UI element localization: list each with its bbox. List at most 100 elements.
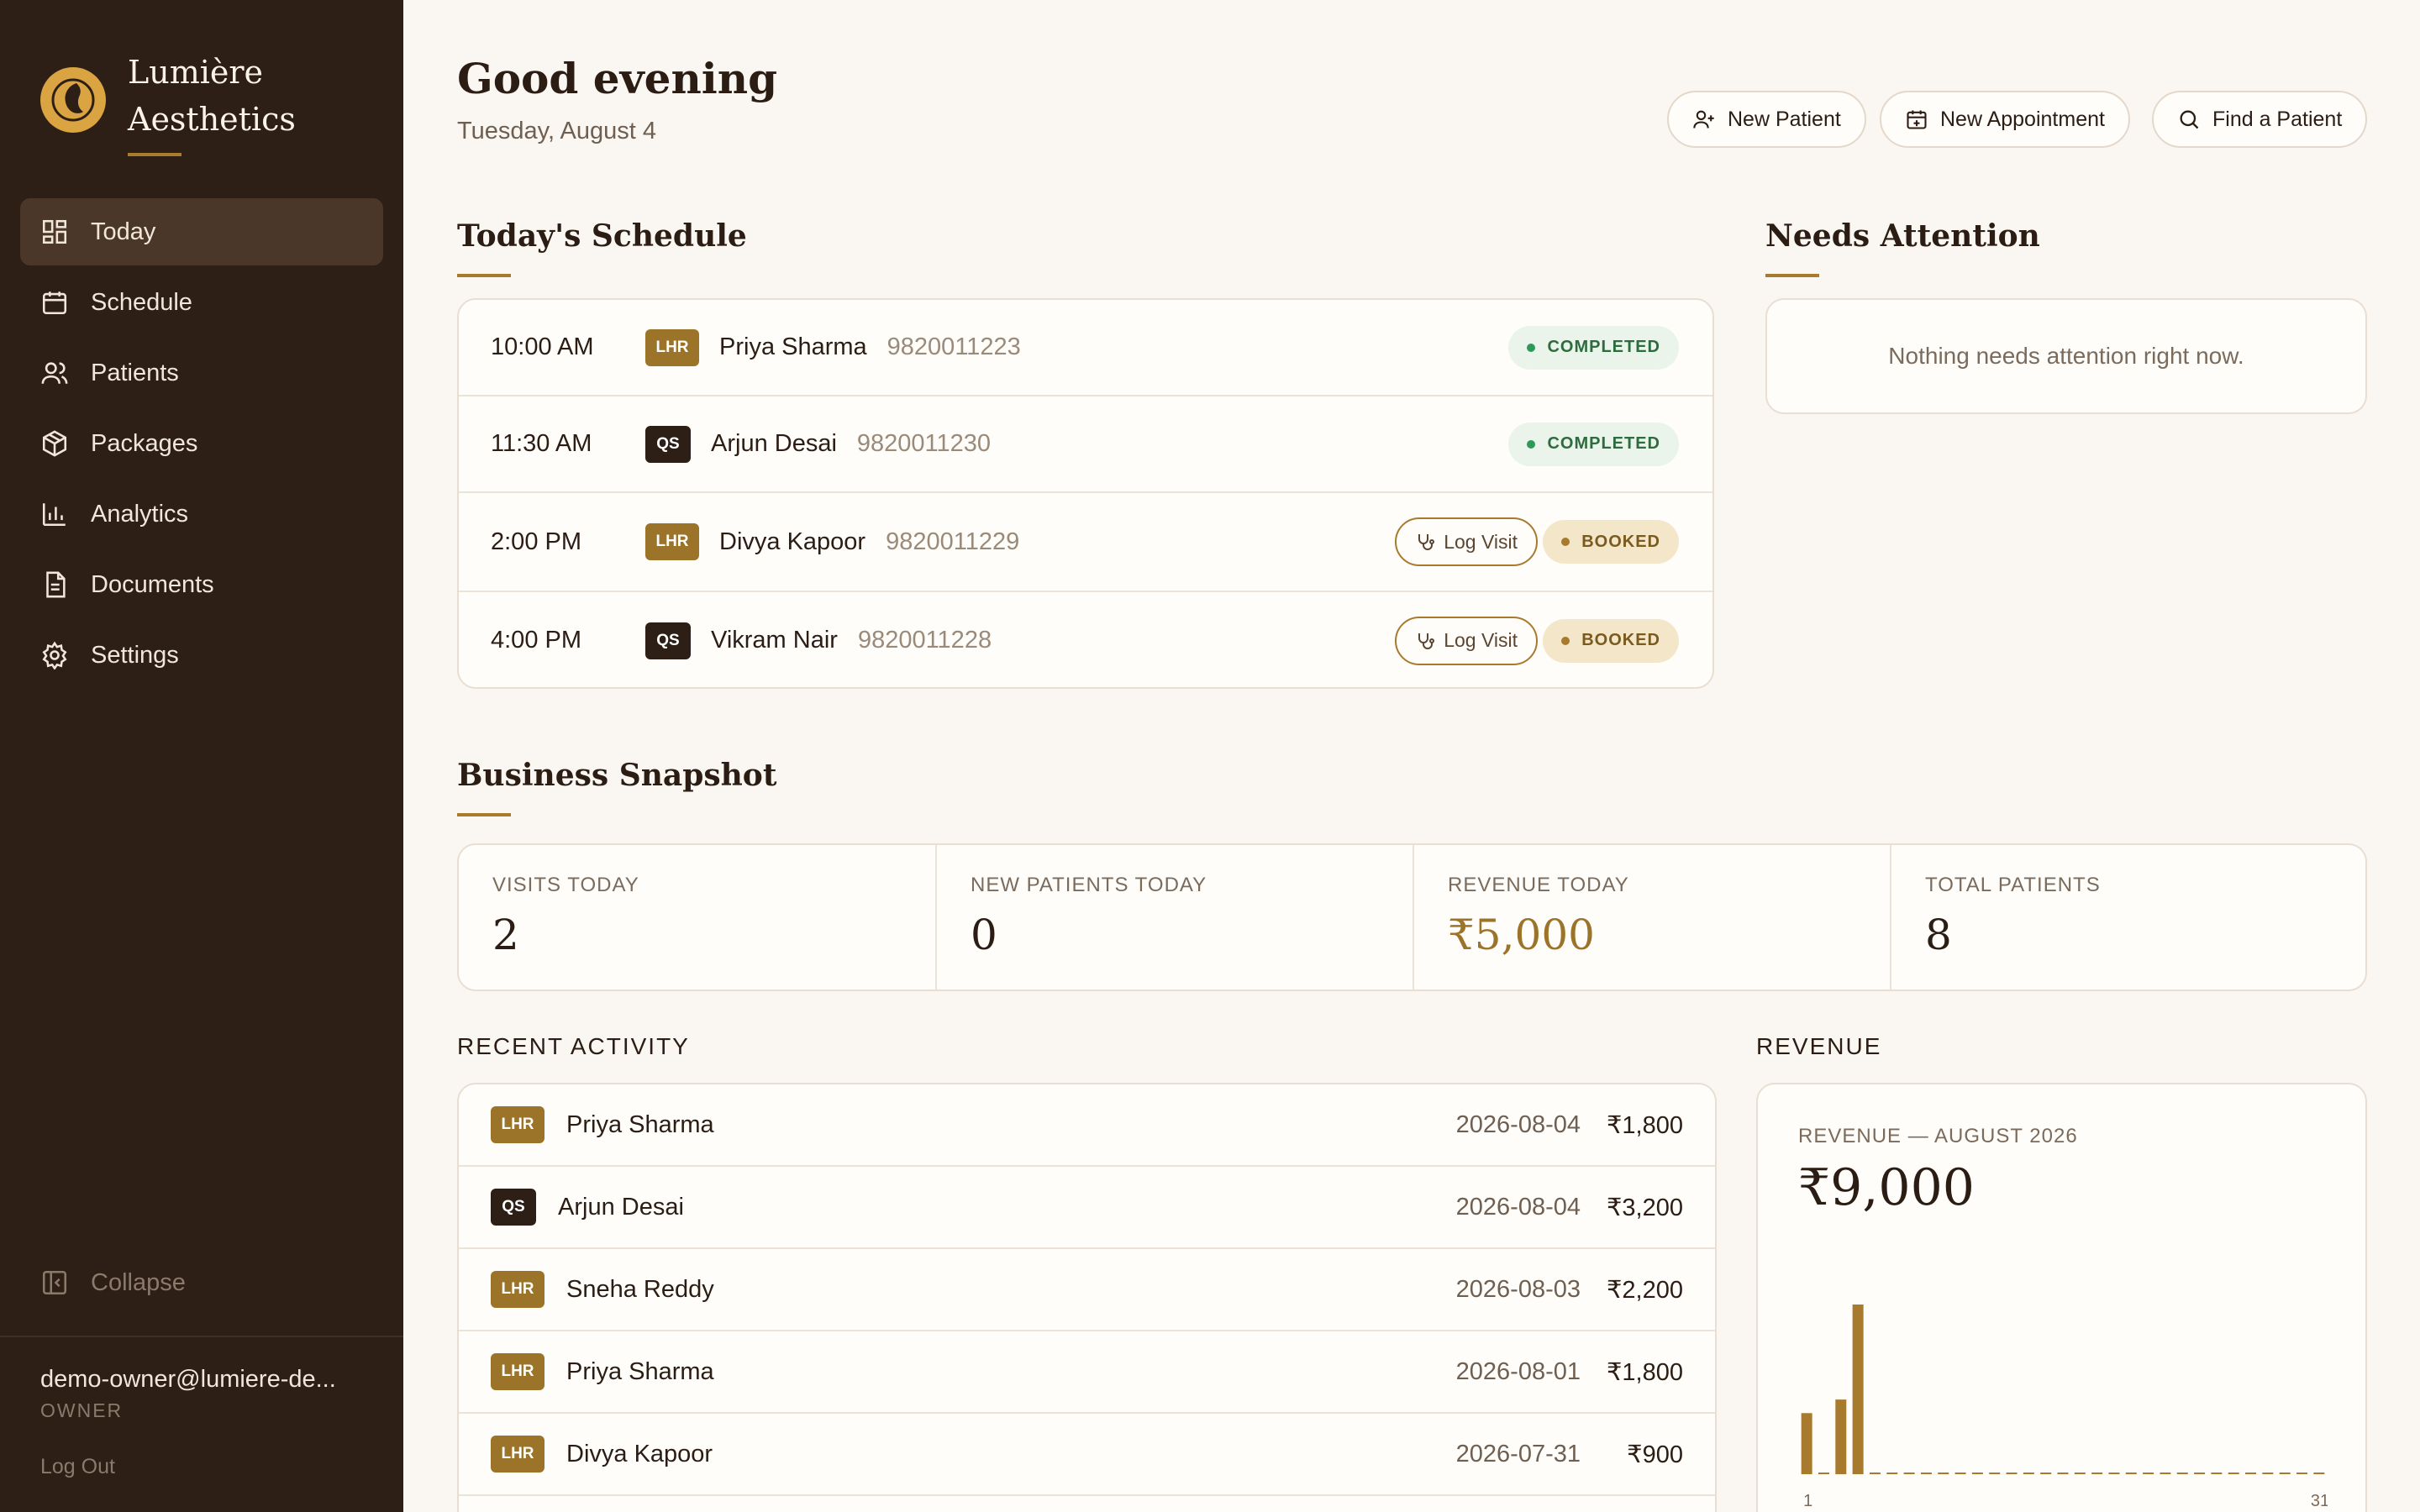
- brand[interactable]: Lumière Aesthetics: [40, 49, 296, 143]
- attention-title-rule: [1765, 274, 1819, 277]
- schedule-row[interactable]: 4:00 PM QS Vikram Nair 9820011228 Log Vi…: [459, 592, 1712, 687]
- sidebar-item-label: Patients: [91, 359, 179, 386]
- revenue-bar: [1835, 1399, 1847, 1474]
- activity-date: 2026-07-31: [1455, 1440, 1581, 1467]
- patient-name[interactable]: Divya Kapoor: [719, 528, 865, 556]
- activity-row[interactable]: LHR Divya Kapoor 2026-07-31 ₹900: [459, 1414, 1715, 1496]
- patient-name: Arjun Desai: [558, 1193, 684, 1221]
- sidebar-item-analytics[interactable]: Analytics: [20, 480, 383, 548]
- sidebar-item-packages[interactable]: Packages: [20, 410, 383, 477]
- new-appointment-button[interactable]: New Appointment: [1880, 91, 2130, 148]
- search-icon: [2180, 110, 2199, 129]
- activity-row[interactable]: LHR Priya Sharma 2026-08-04 ₹1,800: [459, 1084, 1715, 1167]
- sidebar-item-label: Schedule: [91, 288, 192, 316]
- log-visit-button[interactable]: Log Visit: [1395, 517, 1538, 566]
- schedule-card: 10:00 AM LHR Priya Sharma 9820011223 COM…: [457, 298, 1714, 689]
- activity-title: RECENT ACTIVITY: [457, 1033, 690, 1059]
- kpi-revenue-today: REVENUE TODAY ₹5,000: [1414, 845, 1891, 990]
- brand-line-1: Lumière: [128, 54, 264, 91]
- dashboard-icon: [42, 219, 67, 244]
- kpi-label: REVENUE TODAY: [1448, 874, 1629, 896]
- activity-amount: ₹3,200: [1606, 1194, 1683, 1221]
- calendar-icon: [42, 291, 67, 315]
- log-visit-button[interactable]: Log Visit: [1395, 616, 1538, 665]
- x-tick-label: 31: [2311, 1492, 2328, 1509]
- sidebar-item-label: Documents: [91, 570, 214, 598]
- service-tag: QS: [645, 622, 691, 659]
- status-badge: COMPLETED: [1508, 325, 1679, 370]
- activity-amount: ₹1,800: [1606, 1111, 1683, 1139]
- find-patient-button[interactable]: Find a Patient: [2152, 91, 2368, 148]
- log-visit-label: Log Visit: [1444, 629, 1518, 651]
- revenue-bar: [1852, 1305, 1864, 1474]
- find-patient-label: Find a Patient: [2212, 107, 2343, 131]
- new-appointment-label: New Appointment: [1940, 107, 2105, 131]
- status-dot-icon: [1561, 538, 1570, 546]
- service-tag: LHR: [645, 523, 699, 560]
- logout-link[interactable]: Log Out: [40, 1455, 115, 1479]
- activity-amount: ₹2,200: [1606, 1276, 1683, 1304]
- activity-date: 2026-08-04: [1455, 1193, 1581, 1221]
- brand-name: Lumière Aesthetics: [128, 49, 296, 143]
- status-badge: COMPLETED: [1508, 422, 1679, 466]
- patient-name[interactable]: Priya Sharma: [719, 333, 867, 361]
- patient-name: Divya Kapoor: [566, 1440, 713, 1467]
- collapse-button[interactable]: Collapse: [40, 1268, 186, 1297]
- activity-row[interactable]: QS Arjun Desai 2026-08-04 ₹3,200: [459, 1167, 1715, 1249]
- patient-name: Sneha Reddy: [566, 1275, 714, 1303]
- sidebar-divider: [0, 1336, 403, 1337]
- activity-amount: ₹900: [1627, 1441, 1683, 1468]
- sidebar-item-today[interactable]: Today: [20, 198, 383, 265]
- revenue-chart-label: REVENUE — AUGUST 2026: [1798, 1125, 2078, 1147]
- user-role: OWNER: [40, 1399, 124, 1421]
- service-tag: LHR: [491, 1271, 544, 1308]
- attention-empty-text: Nothing needs attention right now.: [1888, 343, 2244, 369]
- new-patient-button[interactable]: New Patient: [1667, 91, 1866, 148]
- sidebar-item-patients[interactable]: Patients: [20, 339, 383, 407]
- patient-name[interactable]: Arjun Desai: [711, 430, 837, 458]
- service-tag: QS: [491, 1189, 536, 1226]
- new-patient-label: New Patient: [1728, 107, 1841, 131]
- brand-divider: [128, 153, 182, 156]
- revenue-bar: [1801, 1413, 1812, 1474]
- snapshot-title-rule: [457, 813, 511, 816]
- sidebar-item-documents[interactable]: Documents: [20, 551, 383, 618]
- appointment-time: 2:00 PM: [491, 528, 581, 555]
- activity-card: LHR Priya Sharma 2026-08-04 ₹1,800 QS Ar…: [457, 1083, 1717, 1512]
- service-tag: QS: [645, 425, 691, 463]
- sidebar-item-settings[interactable]: Settings: [20, 622, 383, 689]
- schedule-row[interactable]: 2:00 PM LHR Divya Kapoor 9820011229 Log …: [459, 493, 1712, 592]
- users-icon: [41, 362, 68, 384]
- kpi-card: VISITS TODAY 2 NEW PATIENTS TODAY 0 REVE…: [457, 843, 2367, 991]
- activity-row[interactable]: LHR Priya Sharma 2026-08-01 ₹1,800: [459, 1331, 1715, 1414]
- service-tag: LHR: [491, 1106, 544, 1143]
- brand-logo-icon: [40, 67, 106, 133]
- activity-date: 2026-08-01: [1455, 1357, 1581, 1385]
- calendar-plus-icon: [1907, 110, 1927, 129]
- status-dot-icon: [1561, 636, 1570, 645]
- bar-chart-icon: [42, 503, 66, 527]
- activity-row[interactable]: LHR Sneha Reddy 2026-08-03 ₹2,200: [459, 1249, 1715, 1331]
- patient-phone: 9820011228: [857, 627, 992, 654]
- sidebar-item-label: Analytics: [91, 500, 189, 528]
- stethoscope-icon: [1418, 633, 1435, 649]
- revenue-total: ₹9,000: [1798, 1158, 1975, 1217]
- package-icon: [42, 430, 67, 457]
- patient-name[interactable]: Vikram Nair: [711, 627, 838, 654]
- patient-phone: 9820011229: [886, 528, 1020, 555]
- kpi-label: TOTAL PATIENTS: [1925, 874, 2101, 896]
- sidebar-item-label: Packages: [91, 429, 198, 457]
- patient-name: Priya Sharma: [566, 1110, 714, 1138]
- status-label: COMPLETED: [1547, 434, 1660, 453]
- activity-amount: ₹1,800: [1606, 1358, 1683, 1386]
- schedule-title-rule: [457, 274, 511, 277]
- sidebar-item-schedule[interactable]: Schedule: [20, 269, 383, 336]
- kpi-label: NEW PATIENTS TODAY: [971, 874, 1207, 896]
- patient-phone: 9820011230: [856, 430, 992, 457]
- page-title: Good evening: [457, 54, 778, 103]
- schedule-row[interactable]: 11:30 AM QS Arjun Desai 9820011230 COMPL…: [459, 396, 1712, 493]
- schedule-row[interactable]: 10:00 AM LHR Priya Sharma 9820011223 COM…: [459, 300, 1712, 396]
- activity-date: 2026-08-04: [1455, 1110, 1581, 1138]
- kpi-total-patients: TOTAL PATIENTS 8: [1891, 845, 2365, 990]
- kpi-visits-today: VISITS TODAY 2: [459, 845, 937, 990]
